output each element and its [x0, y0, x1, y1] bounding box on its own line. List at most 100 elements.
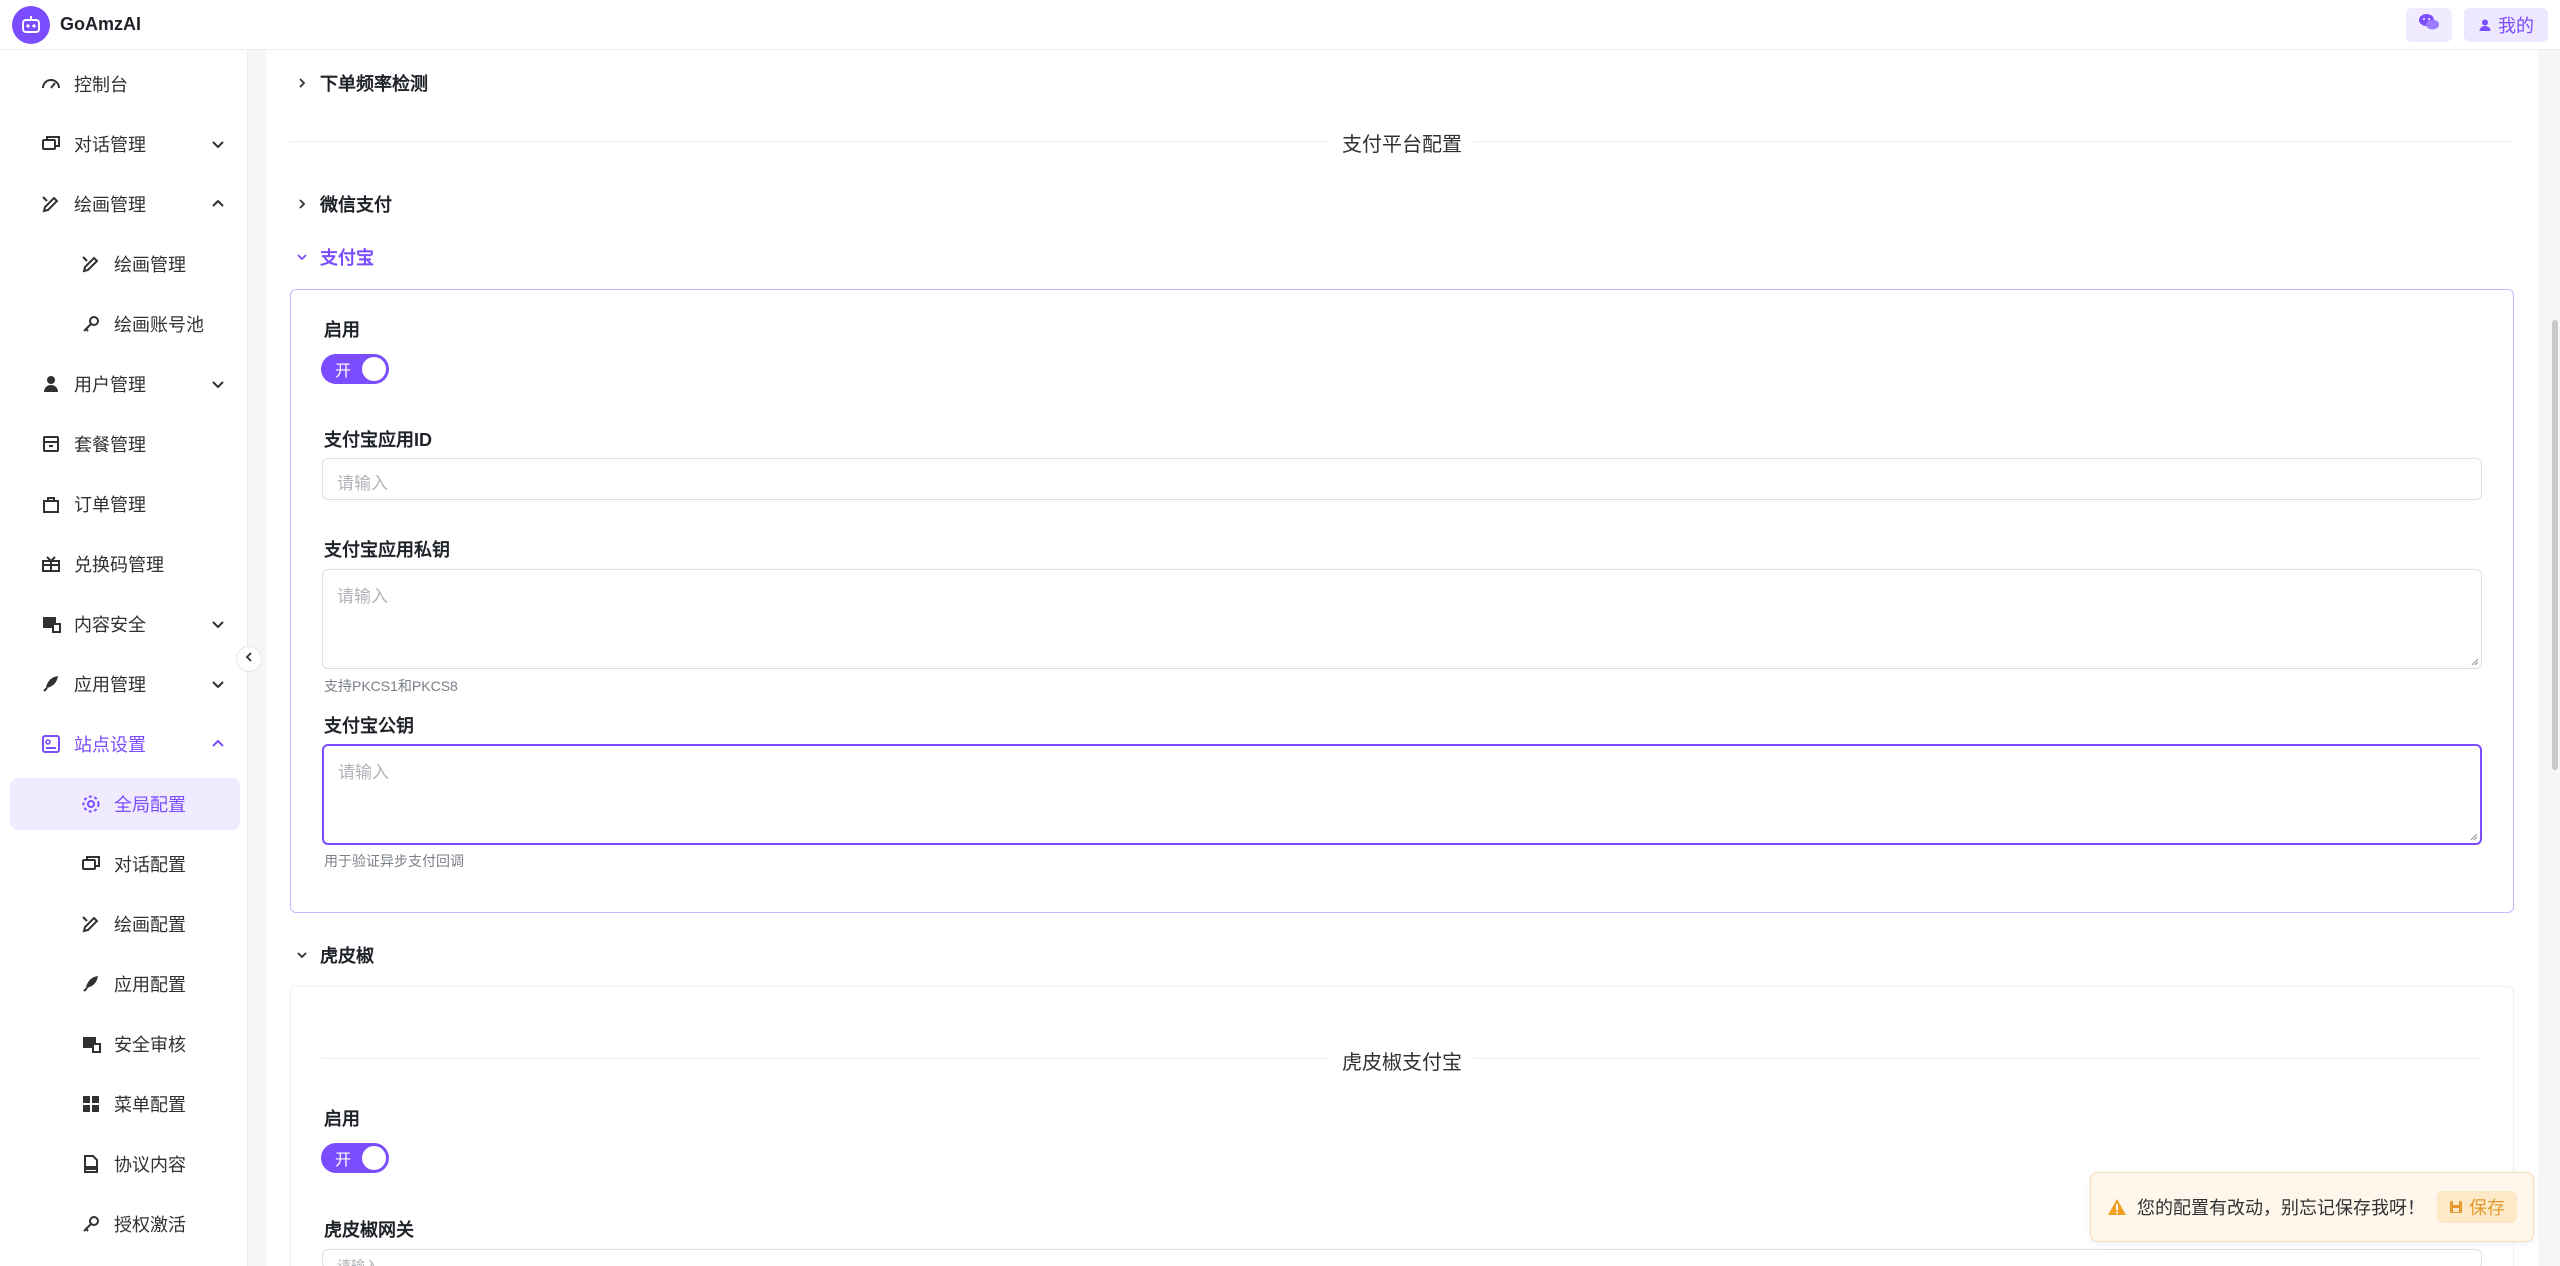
input-placeholder: 请输入 [337, 587, 388, 606]
chevron-down-icon [208, 134, 228, 154]
sidebar-item-license-activation[interactable]: 授权激活 [10, 1198, 240, 1250]
sidebar-item-drawing-management-sub[interactable]: 绘画管理 [10, 238, 240, 290]
sidebar-collapse-button[interactable] [236, 646, 262, 672]
save-button[interactable]: 保存 [2437, 1191, 2517, 1223]
chevron-right-icon [292, 194, 312, 214]
app-name: GoAmzAI [60, 14, 141, 34]
sidebar-item-label: 对话配置 [114, 855, 186, 875]
toast-message: 您的配置有改动，别忘记保存我呀！ [2137, 1198, 2425, 1218]
sidebar-item-agreement-content[interactable]: 协议内容 [10, 1138, 240, 1190]
switch-knob [362, 357, 386, 381]
shield-chat-icon [80, 1033, 102, 1055]
sidebar-item-dashboard[interactable]: 控制台 [10, 58, 240, 110]
top-bar: GoAmzAI 我的 [0, 0, 2560, 50]
sidebar-item-label: 菜单配置 [114, 1095, 186, 1115]
sidebar-item-package-management[interactable]: 套餐管理 [10, 418, 240, 470]
sidebar-item-label: 对话管理 [74, 135, 146, 155]
section-wechat-pay[interactable]: 微信支付 [292, 191, 392, 217]
sidebar-item-app-config[interactable]: 应用配置 [10, 958, 240, 1010]
alipay-private-key-label: 支付宝应用私钥 [324, 540, 450, 560]
sidebar-item-label: 绘画配置 [114, 915, 186, 935]
sidebar-item-drawing-config[interactable]: 绘画配置 [10, 898, 240, 950]
sidebar-item-order-management[interactable]: 订单管理 [10, 478, 240, 530]
alipay-public-key-textarea[interactable]: 请输入 [322, 744, 2482, 845]
sidebar-item-security-review[interactable]: 安全审核 [10, 1018, 240, 1070]
chevron-down-icon [292, 945, 312, 965]
sidebar-item-label: 内容安全 [74, 615, 146, 635]
chevron-left-icon [243, 650, 255, 668]
input-placeholder: 请输入 [337, 474, 388, 493]
sidebar-item-site-settings[interactable]: 站点设置 [10, 718, 240, 770]
gear-icon [80, 793, 102, 815]
gift-icon [40, 553, 62, 575]
section-hupijiao[interactable]: 虎皮椒 [292, 942, 374, 968]
page-scrollbar[interactable] [2552, 320, 2558, 770]
save-button-label: 保存 [2469, 1198, 2505, 1218]
user-icon [40, 373, 62, 395]
shopping-bag-icon [40, 493, 62, 515]
resize-handle-icon[interactable] [2468, 831, 2478, 841]
rocket-icon [40, 673, 62, 695]
sidebar-item-chat-config[interactable]: 对话配置 [10, 838, 240, 890]
brush-icon [80, 913, 102, 935]
chevron-up-icon [208, 734, 228, 754]
unsaved-changes-toast: 您的配置有改动，别忘记保存我呀！ 保存 [2090, 1172, 2534, 1242]
sidebar-item-content-security[interactable]: 内容安全 [10, 598, 240, 650]
sidebar-item-label: 绘画管理 [114, 255, 186, 275]
sidebar-item-menu-config[interactable]: 菜单配置 [10, 1078, 240, 1130]
chat-icon [80, 853, 102, 875]
sidebar-item-label: 兑换码管理 [74, 555, 164, 575]
alipay-enable-switch[interactable]: 开 [321, 354, 389, 384]
section-order-frequency[interactable]: 下单频率检测 [292, 70, 428, 96]
chevron-down-icon [208, 614, 228, 634]
resize-handle-icon[interactable] [2469, 656, 2479, 666]
warning-icon [2107, 1198, 2127, 1216]
user-icon [2478, 18, 2492, 32]
sidebar-item-label: 应用配置 [114, 975, 186, 995]
dashboard-icon [40, 73, 62, 95]
sidebar-item-drawing-management[interactable]: 绘画管理 [10, 178, 240, 230]
sidebar-item-label: 应用管理 [74, 675, 146, 695]
sidebar-item-global-config[interactable]: 全局配置 [10, 778, 240, 830]
alipay-public-key-hint: 用于验证异步支付回调 [324, 853, 464, 869]
wechat-button[interactable] [2406, 7, 2452, 42]
chevron-down-icon [208, 374, 228, 394]
logo-icon [12, 5, 50, 44]
sidebar-item-chat-management[interactable]: 对话管理 [10, 118, 240, 170]
chevron-up-icon [208, 194, 228, 214]
sidebar-item-label: 控制台 [74, 75, 128, 95]
brush-icon [80, 253, 102, 275]
brush-icon [40, 193, 62, 215]
rocket-icon [80, 973, 102, 995]
section-alipay[interactable]: 支付宝 [292, 244, 374, 270]
store-icon [40, 433, 62, 455]
logo[interactable]: GoAmzAI [12, 5, 141, 44]
user-menu-button[interactable]: 我的 [2464, 7, 2548, 42]
alipay-enable-label: 启用 [324, 320, 360, 340]
sidebar-item-drawing-account-pool[interactable]: 绘画账号池 [10, 298, 240, 350]
alipay-app-id-label: 支付宝应用ID [324, 430, 432, 450]
shield-chat-icon [40, 613, 62, 635]
hupijiao-gateway-label: 虎皮椒网关 [324, 1220, 414, 1240]
sidebar-item-label: 站点设置 [74, 735, 146, 755]
sidebar-item-label: 安全审核 [114, 1035, 186, 1055]
payment-platform-divider-title: 支付平台配置 [1330, 128, 1474, 157]
grid-icon [80, 1093, 102, 1115]
hupijiao-enable-label: 启用 [324, 1109, 360, 1129]
sidebar-item-redeem-code-management[interactable]: 兑换码管理 [10, 538, 240, 590]
site-settings-icon [40, 733, 62, 755]
key-icon [80, 313, 102, 335]
sidebar-item-app-management[interactable]: 应用管理 [10, 658, 240, 710]
hupijiao-gateway-input[interactable]: 请输入 [322, 1249, 2482, 1266]
section-title: 微信支付 [320, 195, 392, 215]
sidebar-item-user-management[interactable]: 用户管理 [10, 358, 240, 410]
chat-icon [40, 133, 62, 155]
alipay-app-id-input[interactable]: 请输入 [322, 458, 2482, 500]
sidebar-item-label: 全局配置 [114, 795, 186, 815]
chevron-down-icon [208, 674, 228, 694]
hupijiao-enable-switch[interactable]: 开 [321, 1143, 389, 1173]
alipay-private-key-textarea[interactable]: 请输入 [322, 569, 2482, 669]
section-title: 支付宝 [320, 248, 374, 268]
sidebar-item-label: 绘画管理 [74, 195, 146, 215]
input-placeholder: 请输入 [337, 1258, 379, 1266]
